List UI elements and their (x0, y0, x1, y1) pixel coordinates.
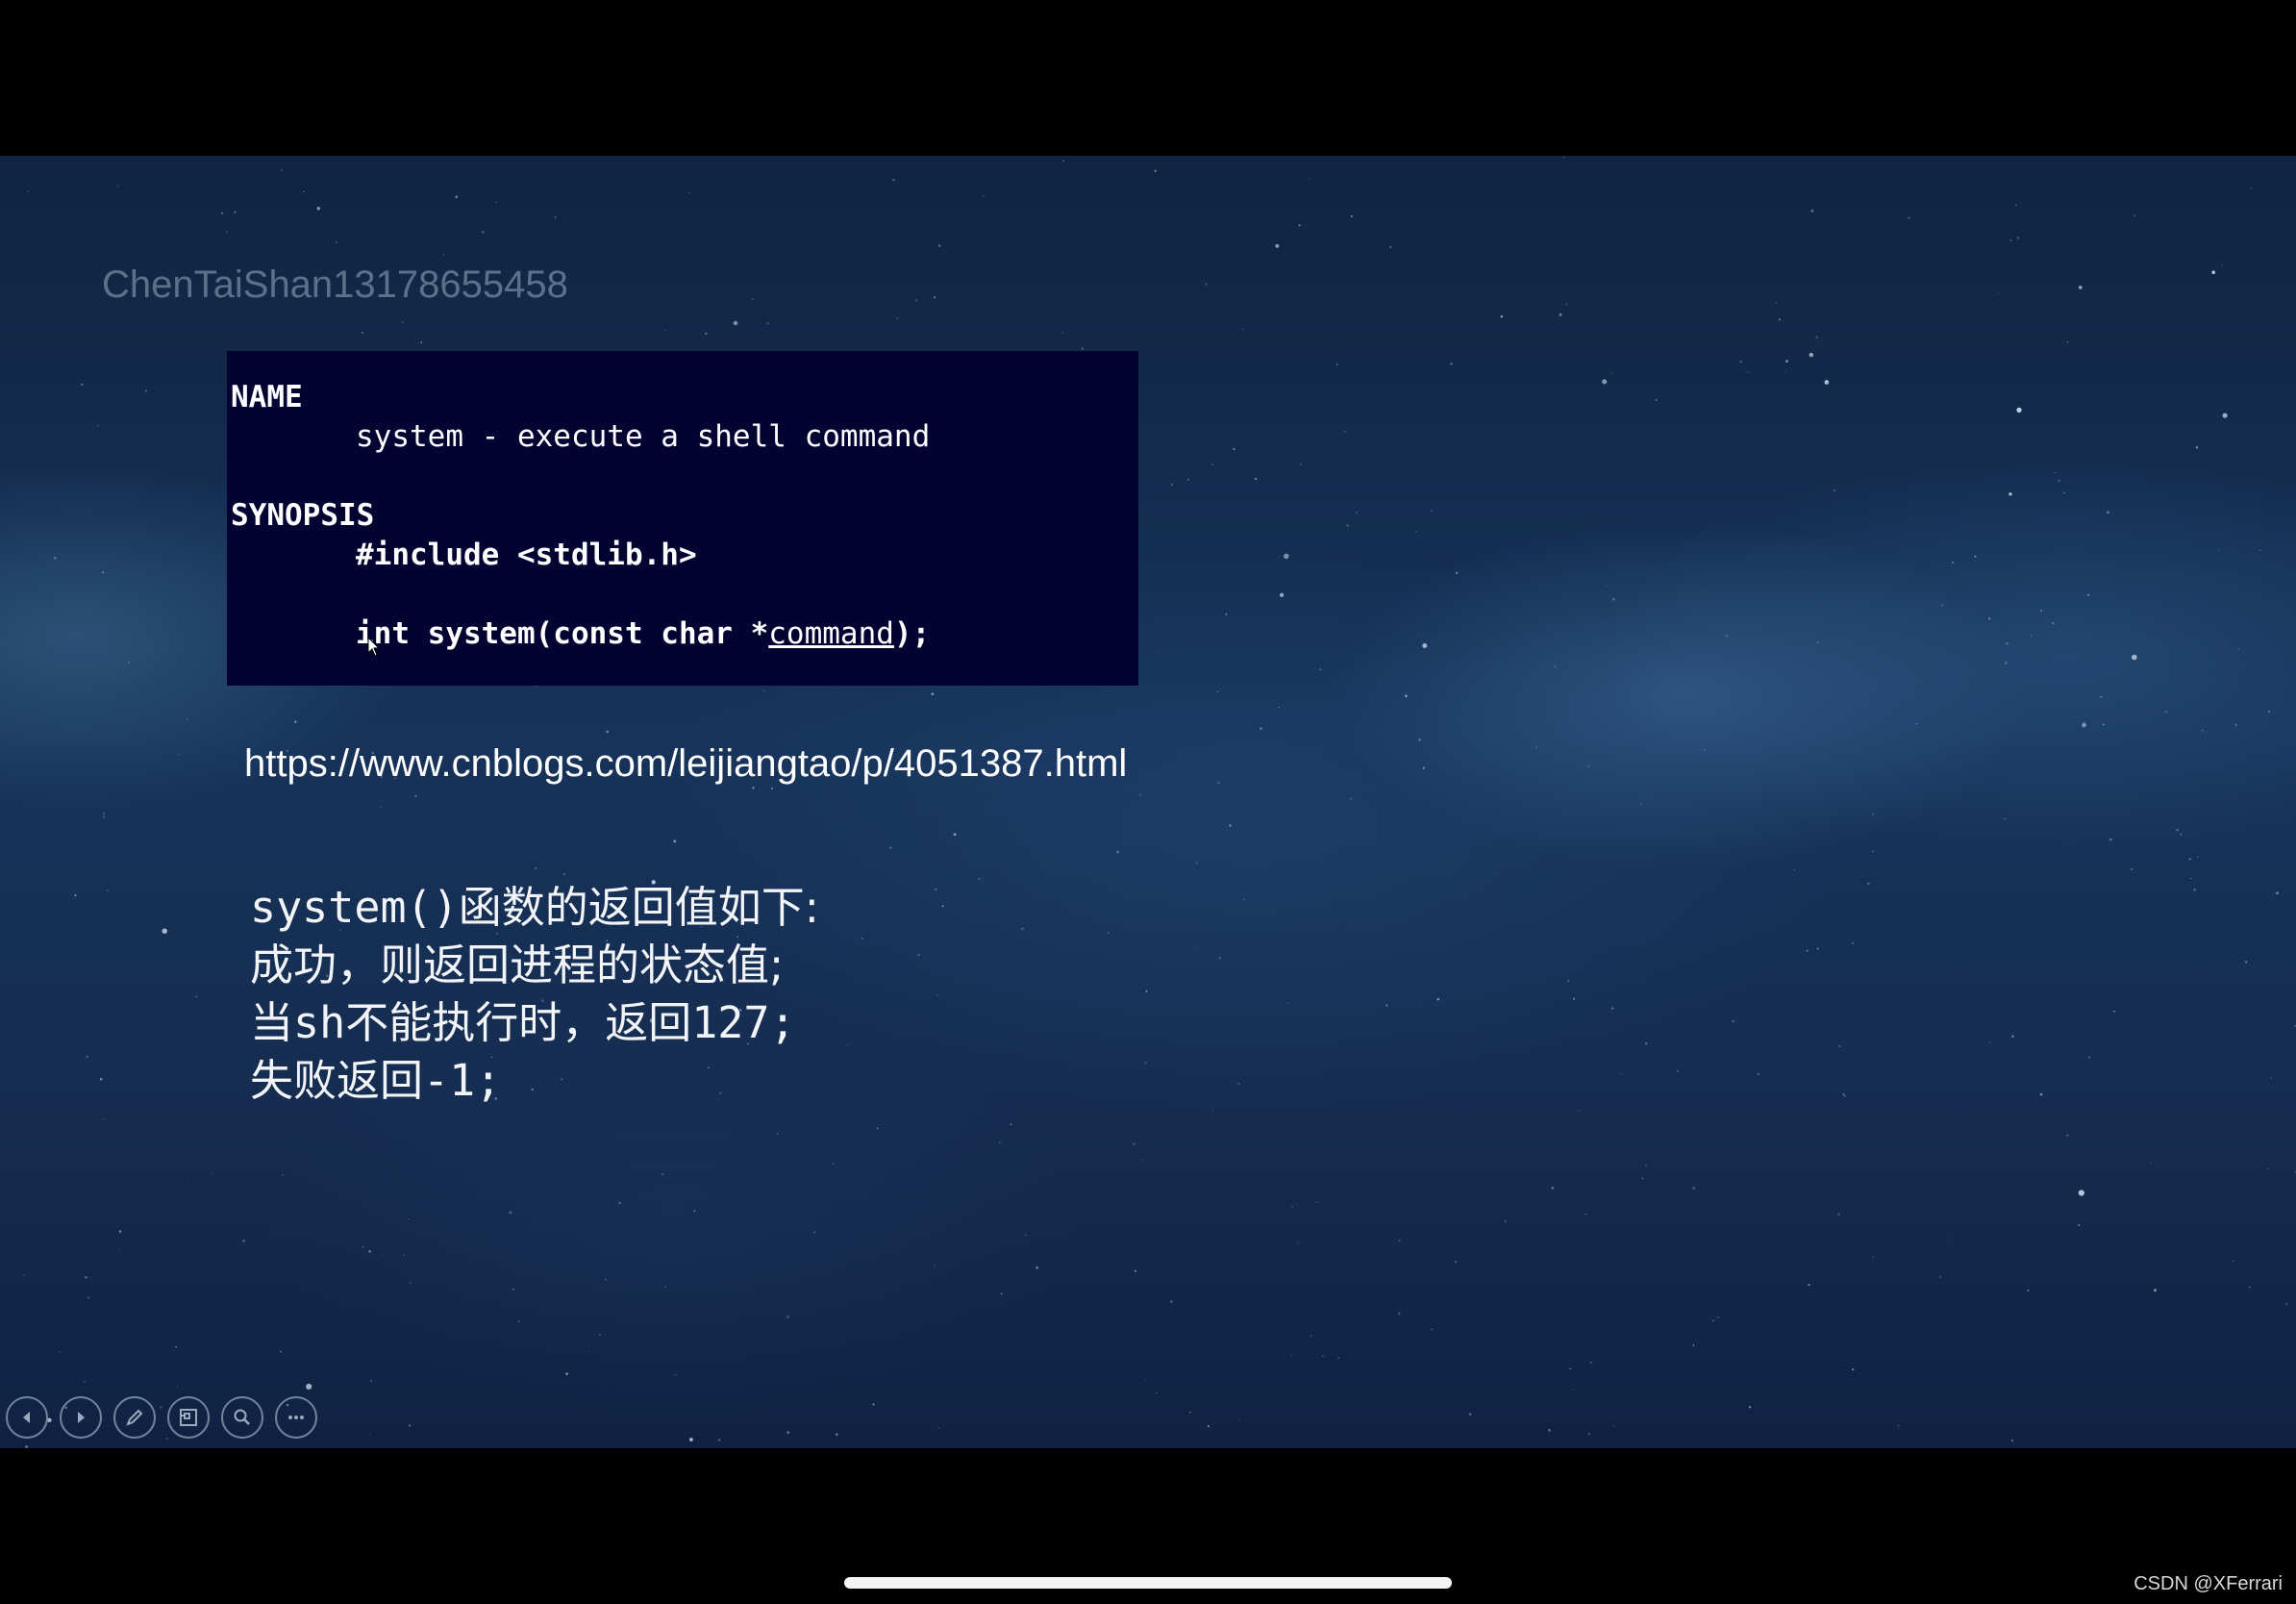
presentation-slide[interactable]: ChenTaiShan13178655458 NAME system - exe… (0, 156, 2296, 1448)
previous-slide-icon (23, 1412, 30, 1423)
manpage-synopsis-heading: SYNOPSIS (231, 498, 375, 533)
note-code: sh (293, 997, 346, 1048)
manpage-name-heading: NAME (231, 380, 303, 414)
previous-slide-button[interactable] (6, 1396, 48, 1439)
watermark-text: ChenTaiShan13178655458 (102, 263, 568, 306)
reference-url[interactable]: https://www.cnblogs.com/leijiangtao/p/40… (244, 742, 1127, 786)
return-value-notes: system()函数的返回值如下: 成功，则返回进程的状态值; 当sh不能执行时… (250, 879, 819, 1110)
note-line-1: system()函数的返回值如下: (250, 879, 819, 937)
zoom-button[interactable] (221, 1396, 263, 1439)
manpage-screenshot: NAME system - execute a shell command SY… (227, 351, 1138, 686)
note-text: 失败返回 (250, 1055, 424, 1106)
signature-prefix: int system(const char * (356, 616, 769, 651)
pen-button[interactable] (113, 1396, 156, 1439)
note-line-4: 失败返回-1; (250, 1052, 819, 1110)
slide-sorter-icon (180, 1409, 197, 1426)
note-text: 不能执行时，返回 (345, 997, 692, 1048)
signature-param: command (768, 616, 894, 651)
zoom-icon (234, 1409, 250, 1425)
signature-suffix: ); (893, 616, 931, 651)
home-indicator[interactable] (844, 1577, 1452, 1589)
note-number: 127; (691, 997, 796, 1048)
manpage-include-line: #include <stdlib.h> (356, 538, 697, 572)
note-line-3: 当sh不能执行时，返回127; (250, 994, 819, 1052)
next-slide-icon (78, 1412, 85, 1423)
slide-sorter-button[interactable] (167, 1396, 210, 1439)
note-text: 函数的返回值如下: (458, 882, 819, 933)
starfield-background (23, 156, 2296, 1448)
note-number: -1; (423, 1055, 502, 1106)
pen-icon (126, 1409, 143, 1426)
mouse-pointer-icon (367, 637, 381, 657)
note-line-2: 成功，则返回进程的状态值; (250, 940, 785, 990)
slideshow-toolbar (6, 1396, 317, 1441)
more-options-icon (288, 1416, 304, 1419)
note-text: 当 (250, 997, 294, 1048)
next-slide-button[interactable] (60, 1396, 102, 1439)
more-options-button[interactable] (275, 1396, 317, 1439)
screen: ChenTaiShan13178655458 NAME system - exe… (0, 0, 2296, 1604)
manpage-name-description: system - execute a shell command (356, 419, 931, 454)
note-code: system() (250, 882, 459, 933)
credit-watermark: CSDN @XFerrari (2134, 1573, 2283, 1594)
